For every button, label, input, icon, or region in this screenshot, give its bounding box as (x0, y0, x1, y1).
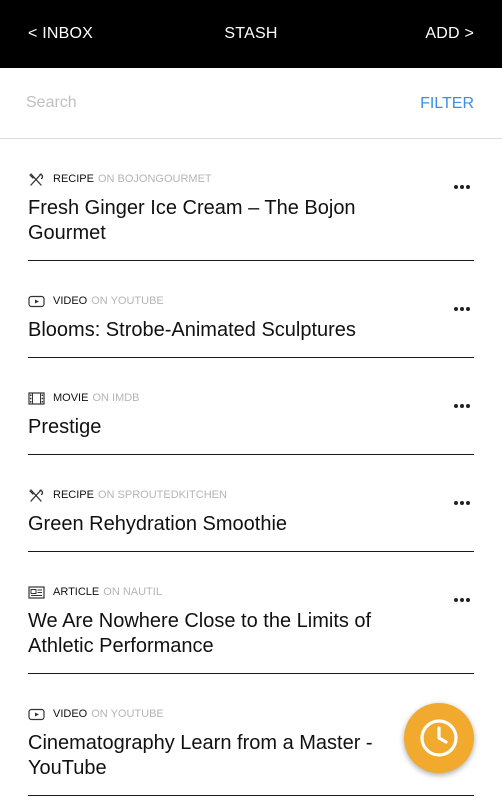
item-title[interactable]: Blooms: Strobe-Animated Sculptures (28, 318, 474, 343)
list-item[interactable]: VIDEO ON YOUTUBE Blooms: Strobe-Animated… (28, 261, 474, 358)
item-title[interactable]: Prestige (28, 415, 474, 440)
schedule-fab-button[interactable] (404, 703, 474, 773)
utensils-icon (29, 172, 44, 186)
item-type: RECIPE (53, 173, 94, 185)
item-source: ON YOUTUBE (91, 295, 164, 307)
item-type: VIDEO (53, 295, 88, 307)
more-options-icon[interactable] (453, 500, 471, 506)
item-source: ON BOJONGOURMET (97, 173, 212, 185)
more-options-icon[interactable] (453, 306, 471, 312)
top-app-bar: < INBOX STASH ADD > (0, 0, 502, 68)
item-type: ARTICLE (53, 586, 100, 598)
video-play-icon (28, 295, 45, 307)
add-button[interactable]: ADD > (425, 25, 474, 43)
search-input[interactable] (26, 90, 386, 116)
item-type: VIDEO (53, 708, 88, 720)
search-bar: FILTER (0, 68, 502, 139)
filter-button[interactable]: FILTER (420, 95, 474, 113)
inbox-back-button[interactable]: < INBOX (28, 25, 93, 43)
item-title[interactable]: We Are Nowhere Close to the Limits of At… (28, 609, 474, 659)
list-item[interactable]: ARTICLE ON NAUTIL We Are Nowhere Close t… (28, 552, 474, 674)
item-source: ON IMDB (92, 392, 140, 404)
item-title[interactable]: Green Rehydration Smoothie (28, 512, 474, 537)
utensils-icon (29, 488, 44, 502)
list-item[interactable]: RECIPE ON SPROUTEDKITCHEN Green Rehydrat… (28, 455, 474, 552)
item-source: ON YOUTUBE (91, 708, 164, 720)
film-strip-icon (28, 391, 45, 405)
more-options-icon[interactable] (453, 184, 471, 190)
item-title[interactable]: Fresh Ginger Ice Cream – The Bojon Gourm… (28, 196, 474, 246)
item-type: RECIPE (53, 489, 94, 501)
more-options-icon[interactable] (453, 597, 471, 603)
clock-icon (420, 719, 458, 757)
more-options-icon[interactable] (453, 403, 471, 409)
stash-list: RECIPE ON BOJONGOURMET Fresh Ginger Ice … (0, 139, 502, 796)
item-type: MOVIE (53, 392, 89, 404)
list-item[interactable]: RECIPE ON BOJONGOURMET Fresh Ginger Ice … (28, 139, 474, 261)
item-source: ON SPROUTEDKITCHEN (97, 489, 227, 501)
list-item[interactable]: MOVIE ON IMDB Prestige (28, 358, 474, 455)
newspaper-icon (28, 585, 45, 599)
video-play-icon (28, 708, 45, 720)
item-source: ON NAUTIL (103, 586, 162, 598)
